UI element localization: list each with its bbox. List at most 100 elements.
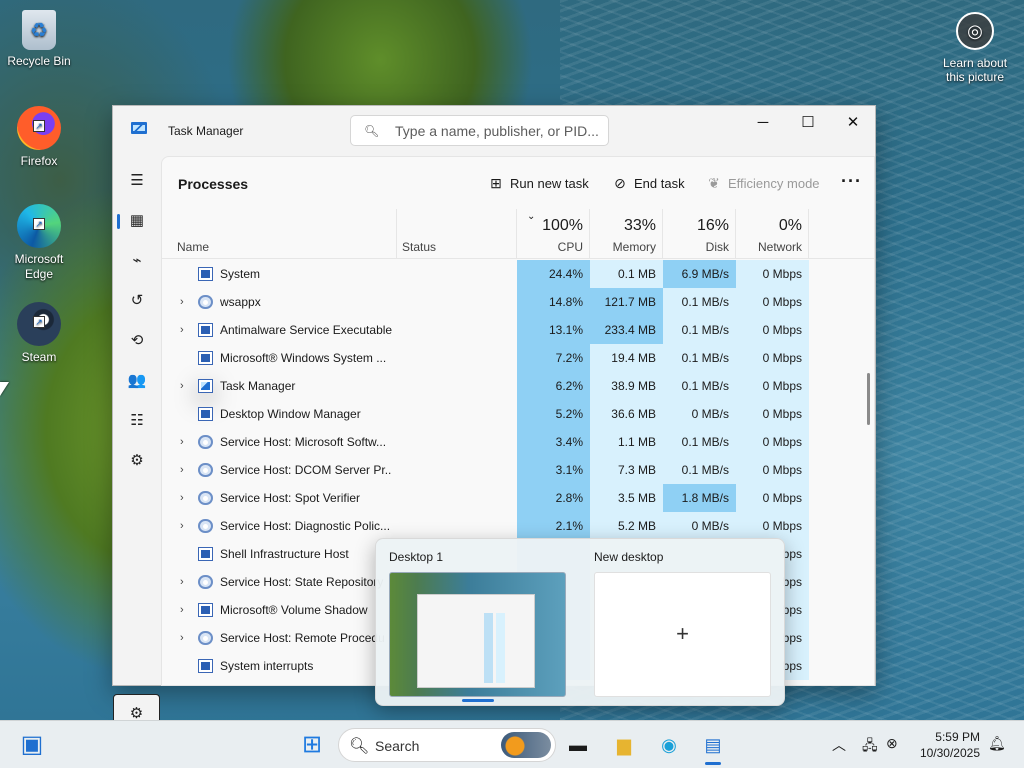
network-cell: 0 Mbps (736, 456, 809, 484)
desktop-icon-firefox[interactable]: ↗ Firefox (1, 106, 77, 169)
nav-processes-icon[interactable]: ▦ (117, 205, 155, 237)
expand-chevron-icon[interactable]: › (180, 428, 184, 456)
memory-cell: 0.1 MB (590, 260, 663, 288)
process-window-icon (198, 547, 213, 561)
column-network[interactable]: 0% Network (736, 209, 809, 259)
learn-about-picture[interactable]: ◎ Learn about this picture (938, 12, 1012, 84)
cpu-cell: 24.4% (517, 260, 590, 288)
cpu-cell: 5.2% (517, 400, 590, 428)
expand-chevron-icon[interactable]: › (180, 624, 184, 652)
disk-cell: 0.1 MB/s (663, 428, 736, 456)
close-button[interactable]: ✕ (830, 110, 876, 136)
desktop-icon-steam[interactable]: ↗ Steam (1, 302, 77, 365)
recycle-bin-icon: ♻ (22, 10, 56, 50)
nav-performance-icon[interactable]: ⌁ (119, 245, 155, 277)
expand-chevron-icon[interactable]: › (180, 484, 184, 512)
disk-cell: 0.1 MB/s (663, 288, 736, 316)
new-desktop-button[interactable]: + (594, 572, 771, 697)
disk-cell: 0.1 MB/s (663, 372, 736, 400)
maximize-button[interactable]: ☐ (785, 110, 831, 136)
column-cpu[interactable]: ⌄ 100% CPU (517, 209, 590, 259)
disk-cell: 1.8 MB/s (663, 484, 736, 512)
title-bar[interactable]: Task Manager 🔍︎ ─ ☐ ✕ (113, 106, 875, 156)
expand-chevron-icon[interactable]: › (180, 456, 184, 484)
expand-chevron-icon[interactable]: › (180, 316, 184, 344)
file-explorer-icon[interactable]: ▆ (606, 729, 642, 761)
expand-chevron-icon[interactable]: › (180, 596, 184, 624)
network-icon[interactable]: 🖧 (862, 735, 878, 759)
steam-icon: ↗ (17, 302, 61, 346)
table-row[interactable]: › Service Host: DCOM Server Pr... 3.1% 7.3 … (162, 456, 874, 484)
network-cell: 0 Mbps (736, 316, 809, 344)
table-row[interactable]: › Antimalware Service Executable 13.1% 233.… (162, 316, 874, 344)
hamburger-menu-icon[interactable]: ☰ (119, 165, 155, 197)
show-hidden-icons-chevron-icon[interactable]: ︿ (832, 735, 846, 755)
table-row[interactable]: Desktop Window Manager 5.2% 36.6 MB 0 MB/s 0… (162, 400, 874, 428)
column-status[interactable]: Status (397, 209, 517, 259)
process-name: Microsoft® Volume Shadow (220, 603, 368, 617)
process-name: System (220, 267, 261, 281)
run-new-task-button[interactable]: ⊞ Run new task (486, 172, 589, 194)
table-row[interactable]: › wsappx 14.8% 121.7 MB 0.1 MB/s 0 Mbps (162, 288, 874, 316)
column-disk[interactable]: 16% Disk (663, 209, 736, 259)
taskbar-search[interactable]: 🔍︎ Search (338, 728, 556, 762)
nav-app-history-icon[interactable]: ↺ (119, 285, 155, 317)
table-row[interactable]: › Service Host: Microsoft Softw... 3.4% 1.1… (162, 428, 874, 456)
table-row[interactable]: › Task Manager 6.2% 38.9 MB 0.1 MB/s 0 Mbps (162, 372, 874, 400)
service-host-icon (198, 295, 213, 309)
more-options-button[interactable]: ··· (841, 171, 862, 192)
table-header: Name Status ⌄ 100% CPU 33% Memory 16% Di… (162, 209, 874, 259)
mouse-cursor-icon (0, 382, 9, 396)
system-clock[interactable]: 5:59 PM 10/30/2025 (916, 729, 980, 761)
desktop-1-thumbnail[interactable] (389, 572, 566, 697)
search-input[interactable] (395, 122, 600, 140)
end-task-button[interactable]: ⊘ End task (610, 172, 684, 194)
nav-startup-apps-icon[interactable]: ⟲ (119, 325, 155, 357)
search-box[interactable]: 🔍︎ (350, 115, 609, 146)
nav-users-icon[interactable]: 👥 (119, 365, 155, 397)
table-row[interactable]: › Service Host: Spot Verifier 2.8% 3.5 MB 1.… (162, 484, 874, 512)
expand-chevron-icon[interactable]: › (180, 372, 184, 400)
memory-cell: 36.6 MB (590, 400, 663, 428)
efficiency-mode-button[interactable]: ❦ Efficiency mode (704, 172, 819, 194)
taskbar: ▣ ⊞ 🔍︎ Search ▬ ▆ ◉ ▤ ︿ 🖧 ⊗ 5:59 PM 10/3… (0, 720, 1024, 768)
scrollbar-thumb[interactable] (867, 373, 870, 425)
widgets-icon[interactable]: ▣ (14, 729, 50, 761)
memory-cell: 233.4 MB (590, 316, 663, 344)
process-name: Shell Infrastructure Host (220, 547, 349, 561)
search-icon: 🔍︎ (349, 738, 370, 755)
process-name: Service Host: Microsoft Softw... (220, 435, 387, 449)
run-new-task-label: Run new task (510, 176, 589, 191)
service-host-icon (198, 463, 213, 477)
start-button[interactable]: ⊞ (294, 729, 330, 761)
notifications-icon[interactable]: 🔔︎ (988, 735, 1006, 752)
service-host-icon (198, 519, 213, 533)
desktop-icon-label: Firefox (20, 154, 58, 168)
expand-chevron-icon[interactable]: › (180, 512, 184, 540)
edge-icon[interactable]: ◉ (651, 729, 687, 761)
service-host-icon (198, 631, 213, 645)
column-name[interactable]: Name (162, 209, 397, 259)
disk-cell: 0.1 MB/s (663, 316, 736, 344)
table-row[interactable]: Microsoft® Windows System ... 7.2% 19.4 MB… (162, 344, 874, 372)
disk-cell: 0 MB/s (663, 512, 736, 540)
table-row[interactable]: › Service Host: Diagnostic Polic... 2.1% 5.… (162, 512, 874, 540)
nav-services-icon[interactable]: ⚙ (119, 445, 155, 477)
task-view-icon[interactable]: ▬ (560, 729, 596, 761)
service-host-icon (198, 575, 213, 589)
network-total: 0% (778, 217, 802, 234)
expand-chevron-icon[interactable]: › (180, 288, 184, 316)
window-title: Task Manager (168, 124, 244, 138)
desktop-icon-edge[interactable]: ↗ Microsoft Edge (1, 204, 77, 282)
table-row[interactable]: System 24.4% 0.1 MB 6.9 MB/s 0 Mbps (162, 260, 874, 288)
network-cell: 0 Mbps (736, 512, 809, 540)
cpu-cell: 13.1% (517, 316, 590, 344)
volume-muted-icon[interactable]: ⊗ (886, 735, 898, 752)
desktop-icon-recycle-bin[interactable]: ♻ Recycle Bin (1, 10, 77, 69)
expand-chevron-icon[interactable]: › (180, 568, 184, 596)
nav-details-icon[interactable]: ☷ (119, 405, 155, 437)
disk-cell: 0.1 MB/s (663, 344, 736, 372)
column-memory[interactable]: 33% Memory (590, 209, 663, 259)
minimize-button[interactable]: ─ (740, 110, 786, 136)
task-manager-taskbar-icon[interactable]: ▤ (695, 729, 731, 761)
